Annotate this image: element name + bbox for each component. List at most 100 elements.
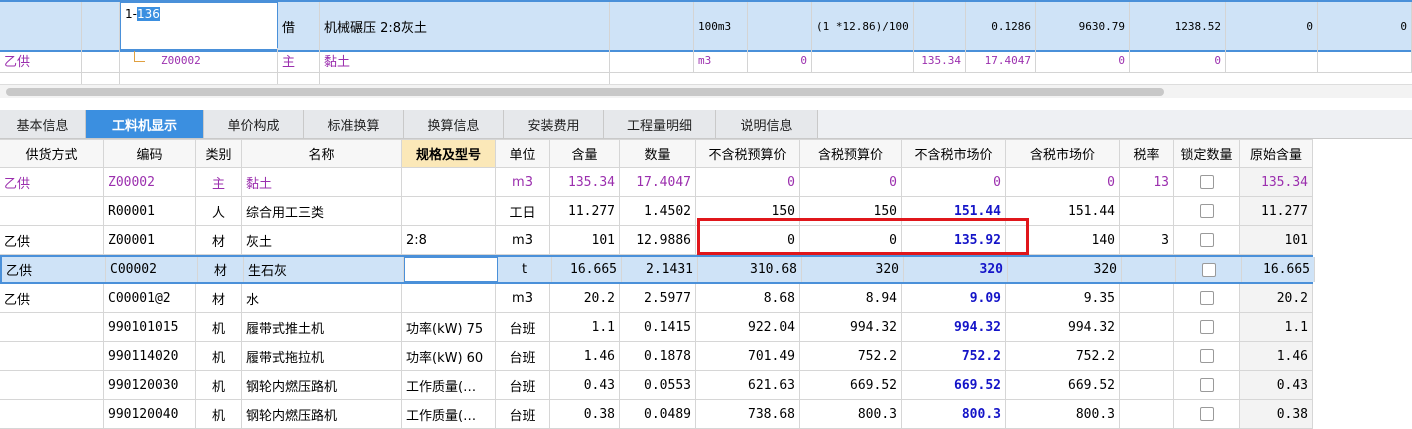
- cell-unit[interactable]: t: [498, 257, 552, 282]
- cell-budget-price-ex-tax[interactable]: 738.68: [696, 400, 800, 428]
- tab-basic-info[interactable]: 基本信息: [0, 110, 86, 138]
- cell-market-price-ex-tax[interactable]: 752.2: [902, 342, 1006, 370]
- upper-row-selected[interactable]: 1- 136 借 机械碾压 2:8灰土 100m3 (1 *12.86)/100 …: [0, 0, 1412, 52]
- cell-content[interactable]: 11.277: [550, 197, 620, 225]
- header-budget-price-ex-tax[interactable]: 不含税预算价: [696, 140, 800, 167]
- cell-budget-price-in-tax[interactable]: 8.94: [800, 284, 902, 312]
- table-row[interactable]: 乙供 Z00001 材灰土 2:8 m3 101 12.9886 0 0 135.92 140 3 10…: [0, 226, 1313, 255]
- cell-quantity[interactable]: 0.1878: [620, 342, 696, 370]
- table-row[interactable]: 990120040 机钢轮内燃压路机 工作质量(… 台班 0.38 0.0489 738.6…: [0, 400, 1313, 429]
- cell-market-price-ex-tax[interactable]: 800.3: [902, 400, 1006, 428]
- cell-unit[interactable]: m3: [496, 168, 550, 196]
- cell-quantity[interactable]: 0.0553: [620, 371, 696, 399]
- cell-budget-price-in-tax[interactable]: 320: [802, 257, 904, 282]
- table-row[interactable]: 990120030 机钢轮内燃压路机 工作质量(… 台班 0.43 0.0553 621.6…: [0, 371, 1313, 400]
- cell-content[interactable]: 16.665: [552, 257, 622, 282]
- cell-content[interactable]: 1.46: [550, 342, 620, 370]
- cell-content[interactable]: 135.34: [550, 168, 620, 196]
- cell-quantity[interactable]: 1.4502: [620, 197, 696, 225]
- cell-supply[interactable]: 乙供: [0, 226, 104, 254]
- cell-category[interactable]: 材: [196, 226, 242, 254]
- cell-supply[interactable]: 乙供: [2, 257, 106, 282]
- lock-checkbox[interactable]: [1199, 291, 1214, 305]
- header-market-price-ex-tax[interactable]: 不含税市场价: [902, 140, 1006, 167]
- cell-spec[interactable]: 2:8: [402, 226, 496, 254]
- cell-code[interactable]: C00001@2: [104, 284, 196, 312]
- cell-budget-price-ex-tax[interactable]: 922.04: [696, 313, 800, 341]
- header-name[interactable]: 名称: [242, 140, 402, 167]
- cell-category[interactable]: 机: [196, 313, 242, 341]
- header-original-content[interactable]: 原始含量: [1240, 140, 1313, 167]
- table-row[interactable]: 990101015 机履带式推土机 功率(kW) 75 台班 1.1 0.1415 922.…: [0, 313, 1313, 342]
- horizontal-scrollbar[interactable]: [0, 84, 1412, 99]
- cell-market-price-ex-tax[interactable]: 0: [902, 168, 1006, 196]
- cell-name[interactable]: 钢轮内燃压路机: [242, 400, 402, 428]
- cell-tax-rate[interactable]: [1122, 257, 1176, 282]
- cell-original-content[interactable]: 101: [1240, 226, 1313, 254]
- cell-unit[interactable]: 台班: [496, 371, 550, 399]
- cell-supply[interactable]: [0, 371, 104, 399]
- table-row[interactable]: 990114020 机履带式拖拉机 功率(kW) 60 台班 1.46 0.1878 701…: [0, 342, 1313, 371]
- header-category[interactable]: 类别: [196, 140, 242, 167]
- cell-supply[interactable]: 乙供: [0, 168, 104, 196]
- cell-original-content[interactable]: 11.277: [1240, 197, 1313, 225]
- cell-quantity[interactable]: 17.4047: [620, 168, 696, 196]
- cell-supply[interactable]: [0, 400, 104, 428]
- cell-category[interactable]: 人: [196, 197, 242, 225]
- cell-market-price-ex-tax[interactable]: 9.09: [902, 284, 1006, 312]
- cell-code[interactable]: 990101015: [104, 313, 196, 341]
- cell-quantity[interactable]: 0.0489: [620, 400, 696, 428]
- cell-name[interactable]: 钢轮内燃压路机: [242, 371, 402, 399]
- cell-tax-rate[interactable]: 3: [1120, 226, 1174, 254]
- cell-budget-price-ex-tax[interactable]: 8.68: [696, 284, 800, 312]
- cell-budget-price-in-tax[interactable]: 669.52: [800, 371, 902, 399]
- cell-name[interactable]: 生石灰: [244, 257, 404, 282]
- cell-category[interactable]: 机: [196, 342, 242, 370]
- cell-original-content[interactable]: 1.1: [1240, 313, 1313, 341]
- header-supply[interactable]: 供货方式: [0, 140, 104, 167]
- cell-original-content[interactable]: 0.38: [1240, 400, 1313, 428]
- cell-market-price-in-tax[interactable]: 669.52: [1006, 371, 1120, 399]
- cell-name[interactable]: 黏土: [242, 168, 402, 196]
- cell-supply[interactable]: 乙供: [0, 284, 104, 312]
- cell-tax-rate[interactable]: [1120, 371, 1174, 399]
- cell-spec[interactable]: 功率(kW) 75: [402, 313, 496, 341]
- cell-spec[interactable]: [402, 284, 496, 312]
- cell-market-price-in-tax[interactable]: 320: [1008, 257, 1122, 282]
- cell-budget-price-ex-tax[interactable]: 621.63: [696, 371, 800, 399]
- cell-original-content[interactable]: 0.43: [1240, 371, 1313, 399]
- cell-unit[interactable]: 台班: [496, 313, 550, 341]
- cell-content[interactable]: 1.1: [550, 313, 620, 341]
- cell-market-price-ex-tax[interactable]: 320: [904, 257, 1008, 282]
- cell-original-content[interactable]: 135.34: [1240, 168, 1313, 196]
- lock-checkbox[interactable]: [1199, 233, 1214, 247]
- tab-labor-material-machine[interactable]: 工料机显示: [86, 110, 204, 138]
- cell-tax-rate[interactable]: [1120, 400, 1174, 428]
- header-market-price-in-tax[interactable]: 含税市场价: [1006, 140, 1120, 167]
- cell-tax-rate[interactable]: [1120, 284, 1174, 312]
- header-tax-rate[interactable]: 税率: [1120, 140, 1174, 167]
- cell-quantity[interactable]: 0.1415: [620, 313, 696, 341]
- header-code[interactable]: 编码: [104, 140, 196, 167]
- header-quantity[interactable]: 数量: [620, 140, 696, 167]
- cell-original-content[interactable]: 20.2: [1240, 284, 1313, 312]
- cell-code[interactable]: C00002: [106, 257, 198, 282]
- cell-category[interactable]: 材: [196, 284, 242, 312]
- tab-quantity-detail[interactable]: 工程量明细: [604, 110, 716, 138]
- tab-unit-price[interactable]: 单价构成: [204, 110, 304, 138]
- cell-category[interactable]: 主: [196, 168, 242, 196]
- upper-row-material[interactable]: 乙供 Z00002 主 黏土 m3 0 135.34 17.4047 0 0: [0, 48, 1412, 73]
- header-budget-price-in-tax[interactable]: 含税预算价: [800, 140, 902, 167]
- cell-spec[interactable]: [402, 168, 496, 196]
- table-row[interactable]: 乙供 C00002 材生石灰 t 16.665 2.1431 310.68 320 320 320…: [0, 255, 1315, 284]
- cell-code[interactable]: 990120030: [104, 371, 196, 399]
- cell-budget-price-in-tax[interactable]: 800.3: [800, 400, 902, 428]
- cell-unit[interactable]: 工日: [496, 197, 550, 225]
- lock-checkbox[interactable]: [1199, 349, 1214, 363]
- header-spec[interactable]: 规格及型号: [402, 140, 496, 167]
- scrollbar-thumb[interactable]: [6, 88, 1164, 96]
- upper-code-cell[interactable]: 1- 136: [120, 2, 278, 50]
- cell-name[interactable]: 履带式推土机: [242, 313, 402, 341]
- lock-checkbox[interactable]: [1199, 204, 1214, 218]
- lock-checkbox[interactable]: [1201, 262, 1216, 277]
